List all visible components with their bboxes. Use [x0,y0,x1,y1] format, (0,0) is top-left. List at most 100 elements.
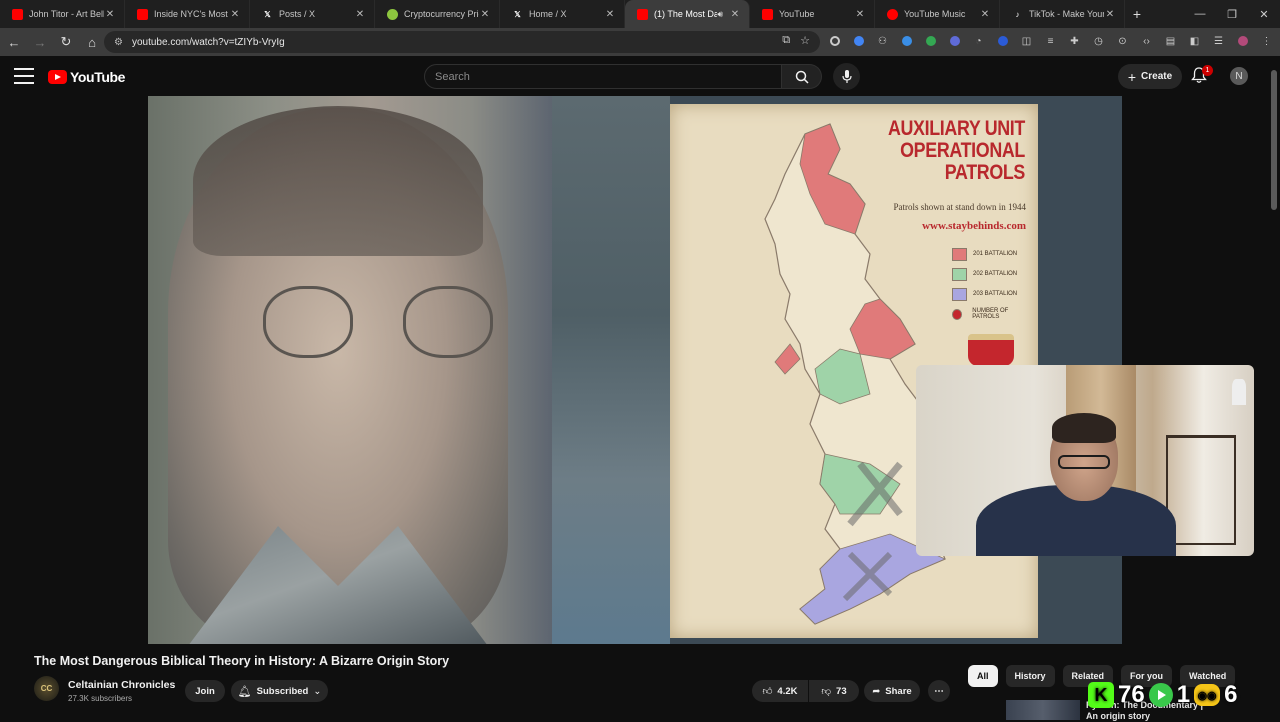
youtube-music-favicon-icon [887,8,898,20]
browser-toolbar: ← → ↻ ⌂ ⚙ youtube.com/watch?v=tZIYb-VryI… [0,28,1280,56]
extension-icon[interactable] [922,32,939,50]
new-tab-button[interactable]: + [1125,0,1149,28]
tab-title: YouTube [779,9,815,19]
third-viewer-count: 6 [1224,681,1238,708]
extension-icon[interactable]: ◫ [1018,32,1035,50]
map-subtitle: Patrols shown at stand down in 1944 [893,202,1027,212]
close-tab-icon[interactable]: ✕ [979,9,991,20]
tab-search-icon[interactable]: ☰ [1210,32,1227,50]
legend-item: 203 BATTALION [952,284,1032,304]
extension-icon[interactable] [946,32,963,50]
page-scrollbar[interactable] [1270,60,1278,210]
share-button[interactable]: ➦ Share [864,680,920,702]
hamburger-menu-icon[interactable] [14,68,34,84]
browser-tab[interactable]: ♪ TikTok - Make Your D ✕ [1000,0,1125,28]
rumble-play-icon [1148,683,1173,707]
portrait-glasses [263,286,353,358]
browser-tab[interactable]: 𝕏 Home / X ✕ [500,0,625,28]
youtube-play-icon [48,70,67,84]
create-button[interactable]: + Create [1118,64,1182,89]
webcam-person-glasses [1058,455,1110,469]
search-button[interactable] [782,64,822,89]
legend-swatch [952,308,963,320]
install-app-icon[interactable]: ⧉ [782,34,790,47]
tab-title: John Titor - Art Bell C [29,9,104,19]
reading-list-icon[interactable]: ▤ [1162,32,1179,50]
x-favicon-icon: 𝕏 [514,9,521,19]
home-icon[interactable]: ⌂ [80,30,104,54]
share-label: Share [885,685,912,697]
dislike-button[interactable]: 👎︎ 73 [809,680,859,702]
browser-menu-icon[interactable]: ⋮ [1258,32,1275,50]
channel-name[interactable]: Celtainian Chronicles [68,679,175,691]
legend-label: 202 BATTALION [973,271,1018,277]
close-tab-icon[interactable]: ✕ [854,9,866,20]
extension-icon[interactable] [850,32,867,50]
extension-icon[interactable] [826,32,843,50]
address-bar[interactable]: ⚙ youtube.com/watch?v=tZIYb-VryIg ⧉ ☆ [104,31,820,53]
dislike-count: 73 [836,685,847,697]
extensions-puzzle-icon[interactable]: ✚ [1066,32,1083,50]
like-count: 4.2K [777,685,798,697]
youtube-logo[interactable]: YouTube [48,69,125,85]
account-avatar[interactable]: N [1230,67,1248,85]
close-window-icon[interactable]: ✕ [1248,0,1280,28]
minimize-icon[interactable]: — [1184,0,1216,28]
forward-icon[interactable]: → [28,30,52,54]
youtube-header: YouTube Search + Create 1 N [0,56,1280,96]
back-icon[interactable]: ← [2,30,26,54]
close-tab-icon[interactable]: ✕ [1104,9,1116,20]
like-button[interactable]: 👍︎ 4.2K [752,680,808,702]
subscribed-button[interactable]: 🔔︎ Subscribed ⌄ [231,680,328,702]
related-video-thumbnail[interactable] [1006,700,1080,720]
close-tab-icon[interactable]: ✕ [479,9,491,20]
history-icon[interactable]: ◷ [1090,32,1107,50]
channel-avatar[interactable]: CC [34,676,59,701]
join-button[interactable]: Join [185,680,225,702]
browser-tab[interactable]: John Titor - Art Bell C ✕ [0,0,125,28]
chip-history[interactable]: History [1005,665,1055,687]
legend-item: 201 BATTALION [952,244,1032,264]
chip-all[interactable]: All [968,665,998,687]
scrollbar-thumb[interactable] [1271,70,1277,210]
browser-tab[interactable]: Cryptocurrency Prices ✕ [375,0,500,28]
side-panel-icon[interactable]: ◧ [1186,32,1203,50]
tab-title: Home / X [529,9,567,19]
map-title: AUXILIARY UNIT OPERATIONAL PATROLS [885,118,1025,184]
bell-icon: 🔔︎ [237,685,252,698]
extension-icon[interactable]: ⊙ [1114,32,1131,50]
more-actions-button[interactable]: ⋯ [928,680,950,702]
profile-avatar-icon[interactable] [1234,32,1251,50]
restore-icon[interactable]: ❐ [1216,0,1248,28]
speaker-icon[interactable]: 🔊︎ [717,9,723,20]
kick-logo-icon: K [1088,682,1114,708]
map-legend: 201 BATTALION 202 BATTALION 203 BATTALIO… [952,244,1032,324]
close-tab-icon[interactable]: ✕ [104,9,116,20]
bookmark-star-icon[interactable]: ☆ [800,34,810,47]
search-input[interactable]: Search [424,64,782,89]
browser-tab[interactable]: YouTube ✕ [750,0,875,28]
close-tab-icon[interactable]: ✕ [229,9,241,20]
close-tab-icon[interactable]: ✕ [729,9,741,20]
close-tab-icon[interactable]: ✕ [604,9,616,20]
extension-icon[interactable]: ⚇ [874,32,891,50]
stream-counter-overlay: K 76 1 ◉◉ 6 [1088,680,1237,710]
map-url: www.staybehinds.com [922,220,1026,232]
browser-tab[interactable]: 𝕏 Posts / X ✕ [250,0,375,28]
browser-tab[interactable]: Inside NYC's Most Jew ✕ [125,0,250,28]
extension-icon[interactable]: ≡ [1042,32,1059,50]
code-icon[interactable]: ‹› [1138,32,1155,50]
webcam-shelf [1166,435,1236,545]
extension-icon[interactable] [994,32,1011,50]
browser-tab-strip: John Titor - Art Bell C ✕ Inside NYC's M… [0,0,1280,28]
reload-icon[interactable]: ↻ [54,30,78,54]
extension-icon[interactable] [898,32,915,50]
voice-search-button[interactable] [833,63,860,90]
close-tab-icon[interactable]: ✕ [354,9,366,20]
notifications-button[interactable]: 1 [1191,65,1213,87]
site-info-icon[interactable]: ⚙ [114,37,123,48]
browser-tab-active[interactable]: (1) The Most Dang 🔊︎ ✕ [625,0,750,28]
window-controls: — ❐ ✕ [1184,0,1280,28]
extension-icon[interactable]: ◔ [970,32,987,50]
browser-tab[interactable]: YouTube Music ✕ [875,0,1000,28]
